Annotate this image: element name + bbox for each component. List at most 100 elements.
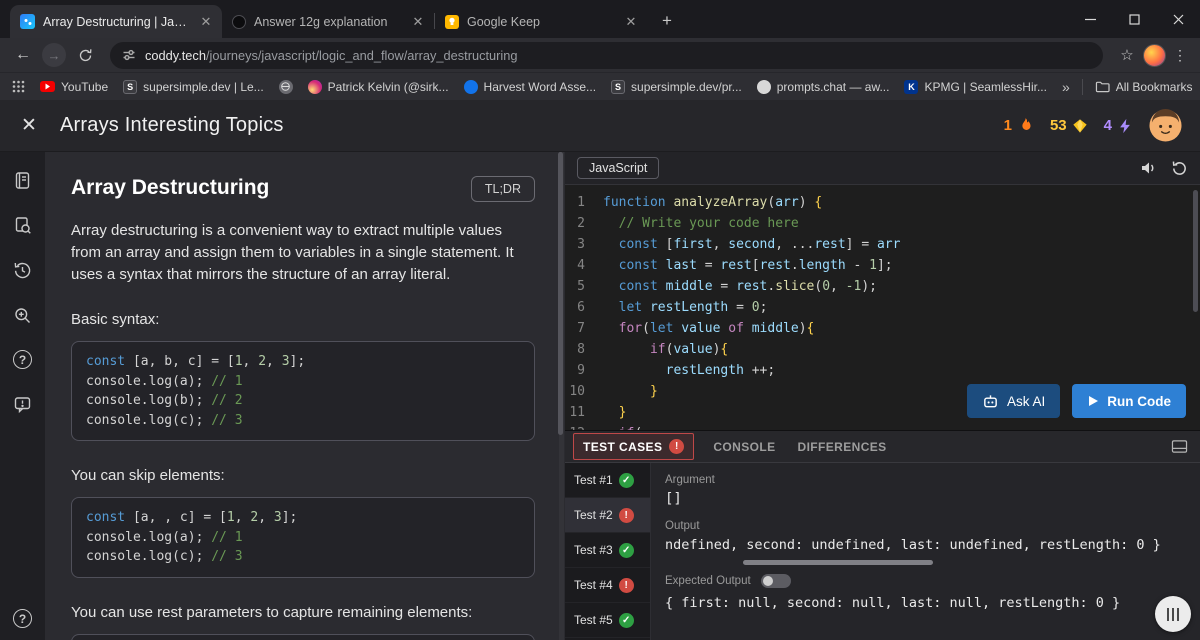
editor-line-4[interactable]: 4 const last = rest[rest.length - 1]; bbox=[565, 255, 1200, 276]
browser-tab-2[interactable]: Answer 12g explanation ✕ bbox=[222, 5, 434, 38]
bookmark-kpmg[interactable]: K KPMG | SeamlessHir... bbox=[904, 79, 1047, 94]
browser-profile-avatar[interactable] bbox=[1143, 43, 1166, 67]
test-case-label: Test #4 bbox=[574, 578, 613, 592]
diff-toggle[interactable] bbox=[760, 574, 791, 588]
streak-counter[interactable]: 1 bbox=[1004, 117, 1034, 134]
bookmarks-divider bbox=[1081, 78, 1083, 95]
robot-icon bbox=[984, 394, 997, 407]
editor-line-5[interactable]: 5 const middle = rest.slice(0, -1); bbox=[565, 276, 1200, 297]
new-tab-button[interactable]: + bbox=[653, 7, 681, 35]
bookmark-harvest[interactable]: Harvest Word Asse... bbox=[463, 79, 596, 94]
lesson-scrollbar[interactable] bbox=[558, 152, 564, 640]
close-lesson-icon[interactable]: ✕ bbox=[18, 114, 40, 137]
test-case-row-5[interactable]: Test #5 ✓ bbox=[565, 603, 650, 638]
argument-value: [] bbox=[665, 491, 682, 507]
panel-toggle-icon[interactable] bbox=[1171, 439, 1188, 454]
bookmark-supersimple-1[interactable]: S supersimple.dev | Le... bbox=[123, 79, 264, 94]
output-horizontal-scrollbar[interactable] bbox=[743, 560, 933, 565]
bookmark-youtube[interactable]: YouTube bbox=[40, 80, 108, 94]
bookmark-supersimple-2[interactable]: S supersimple.dev/pr... bbox=[611, 79, 742, 94]
bookmark-star-icon[interactable]: ☆ bbox=[1115, 46, 1139, 64]
left-icon-rail: ? ? bbox=[0, 152, 45, 640]
user-avatar[interactable] bbox=[1149, 109, 1182, 142]
ask-ai-button[interactable]: Ask AI bbox=[966, 384, 1061, 418]
editor-line-1[interactable]: 1 function analyzeArray(arr) { bbox=[565, 192, 1200, 213]
section-label: You can skip elements: bbox=[71, 467, 225, 485]
tab-close-icon[interactable]: ✕ bbox=[410, 14, 426, 30]
browser-tab-active[interactable]: Array Destructuring | Javascript ✕ bbox=[10, 5, 222, 38]
line-number: 7 bbox=[577, 321, 585, 336]
feedback-icon[interactable] bbox=[13, 394, 33, 414]
tab-close-icon[interactable]: ✕ bbox=[198, 14, 214, 30]
reload-button[interactable] bbox=[72, 42, 98, 68]
editor-line-7[interactable]: 7 for(let value of middle){ bbox=[565, 318, 1200, 339]
browser-menu-icon[interactable]: ⋮ bbox=[1170, 47, 1190, 64]
code-editor[interactable]: 1 function analyzeArray(arr) {2 // Write … bbox=[565, 185, 1200, 430]
apps-grid-icon[interactable] bbox=[12, 80, 25, 93]
tab-console[interactable]: CONSOLE bbox=[702, 440, 786, 454]
code-text: } bbox=[618, 405, 627, 420]
editor-line-3[interactable]: 3 const [first, second, ...rest] = arr bbox=[565, 234, 1200, 255]
journal-icon[interactable] bbox=[13, 170, 33, 190]
bottom-help-icon[interactable]: ? bbox=[13, 609, 32, 628]
browser-tab-3[interactable]: Google Keep ✕ bbox=[435, 5, 647, 38]
drag-handle-button[interactable] bbox=[1155, 596, 1191, 632]
window-close-button[interactable] bbox=[1156, 0, 1200, 38]
line-number: 2 bbox=[577, 216, 585, 231]
test-case-row-1[interactable]: Test #1 ✓ bbox=[565, 463, 650, 498]
bookmark-globe[interactable] bbox=[278, 79, 293, 94]
code-text: const last = rest[rest.length - 1]; bbox=[618, 258, 893, 273]
ask-ai-label: Ask AI bbox=[1006, 393, 1046, 409]
bookmark-label: supersimple.dev | Le... bbox=[143, 79, 264, 94]
gem-counter[interactable]: 53 bbox=[1050, 117, 1088, 134]
editor-line-9[interactable]: 9 restLength ++; bbox=[565, 360, 1200, 381]
back-button[interactable]: ← bbox=[10, 42, 36, 68]
address-bar[interactable]: coddy.tech/journeys/javascript/logic_and… bbox=[110, 41, 1103, 69]
tab-test-cases[interactable]: TEST CASES ! bbox=[573, 433, 695, 460]
history-icon[interactable] bbox=[13, 260, 33, 280]
energy-counter[interactable]: 4 bbox=[1104, 117, 1133, 134]
argument-label: Argument bbox=[665, 474, 715, 486]
tab-label: TEST CASES bbox=[583, 439, 663, 454]
all-bookmarks-button[interactable]: All Bookmarks bbox=[1095, 80, 1192, 94]
flame-icon bbox=[1022, 118, 1031, 130]
help-icon[interactable]: ? bbox=[13, 350, 32, 369]
editor-line-8[interactable]: 8 if(value){ bbox=[565, 339, 1200, 360]
test-case-row-4[interactable]: Test #4! bbox=[565, 568, 650, 603]
line-number: 8 bbox=[577, 342, 585, 357]
zoom-in-icon[interactable] bbox=[13, 305, 33, 325]
section-label: You can use rest parameters to capture r… bbox=[71, 603, 473, 621]
google-keep-favicon-icon bbox=[445, 14, 459, 29]
window-minimize-button[interactable] bbox=[1068, 0, 1112, 38]
bookmark-prompts-chat[interactable]: prompts.chat — aw... bbox=[756, 79, 889, 94]
volume-icon[interactable] bbox=[1139, 159, 1157, 177]
code-text: const [first, second, ...rest] = arr bbox=[618, 237, 901, 252]
test-case-row-2[interactable]: Test #2! bbox=[565, 498, 650, 533]
dark-circle-favicon-icon bbox=[232, 14, 246, 29]
tab-differences[interactable]: DIFFERENCES bbox=[787, 440, 898, 454]
bookmark-label: supersimple.dev/pr... bbox=[631, 79, 742, 94]
editor-line-6[interactable]: 6 let restLength = 0; bbox=[565, 297, 1200, 318]
tab-close-icon[interactable]: ✕ bbox=[623, 14, 639, 30]
youtube-icon bbox=[40, 81, 55, 92]
test-case-row-3[interactable]: Test #3 ✓ bbox=[565, 533, 650, 568]
language-selector[interactable]: JavaScript bbox=[577, 157, 660, 179]
gem-icon bbox=[1072, 118, 1087, 133]
tldr-button[interactable]: TL;DR bbox=[470, 176, 535, 202]
tests-panel: TEST CASES ! CONSOLE DIFFERENCES Test #1… bbox=[565, 430, 1200, 640]
test-case-list: Test #1 ✓ Test #2! Test #3 ✓ Test #4! Test #5 ✓ bbox=[565, 463, 651, 640]
test-case-label: Test #2 bbox=[574, 508, 613, 522]
bookmark-instagram[interactable]: Patrick Kelvin (@sirk... bbox=[307, 79, 449, 94]
run-code-button[interactable]: Run Code bbox=[1072, 384, 1186, 418]
doc-search-icon[interactable] bbox=[13, 215, 33, 235]
window-maximize-button[interactable] bbox=[1112, 0, 1156, 38]
bookmarks-overflow-chevron[interactable]: » bbox=[1062, 79, 1070, 95]
line-number: 4 bbox=[577, 258, 585, 273]
editor-scrollbar[interactable] bbox=[1193, 190, 1198, 312]
forward-button[interactable]: → bbox=[42, 43, 66, 67]
reset-code-icon[interactable] bbox=[1171, 160, 1188, 177]
editor-line-12[interactable]: 12 if( bbox=[565, 423, 1200, 430]
site-settings-icon[interactable] bbox=[122, 48, 136, 62]
tests-tab-bar: TEST CASES ! CONSOLE DIFFERENCES bbox=[565, 431, 1200, 463]
editor-line-2[interactable]: 2 // Write your code here bbox=[565, 213, 1200, 234]
